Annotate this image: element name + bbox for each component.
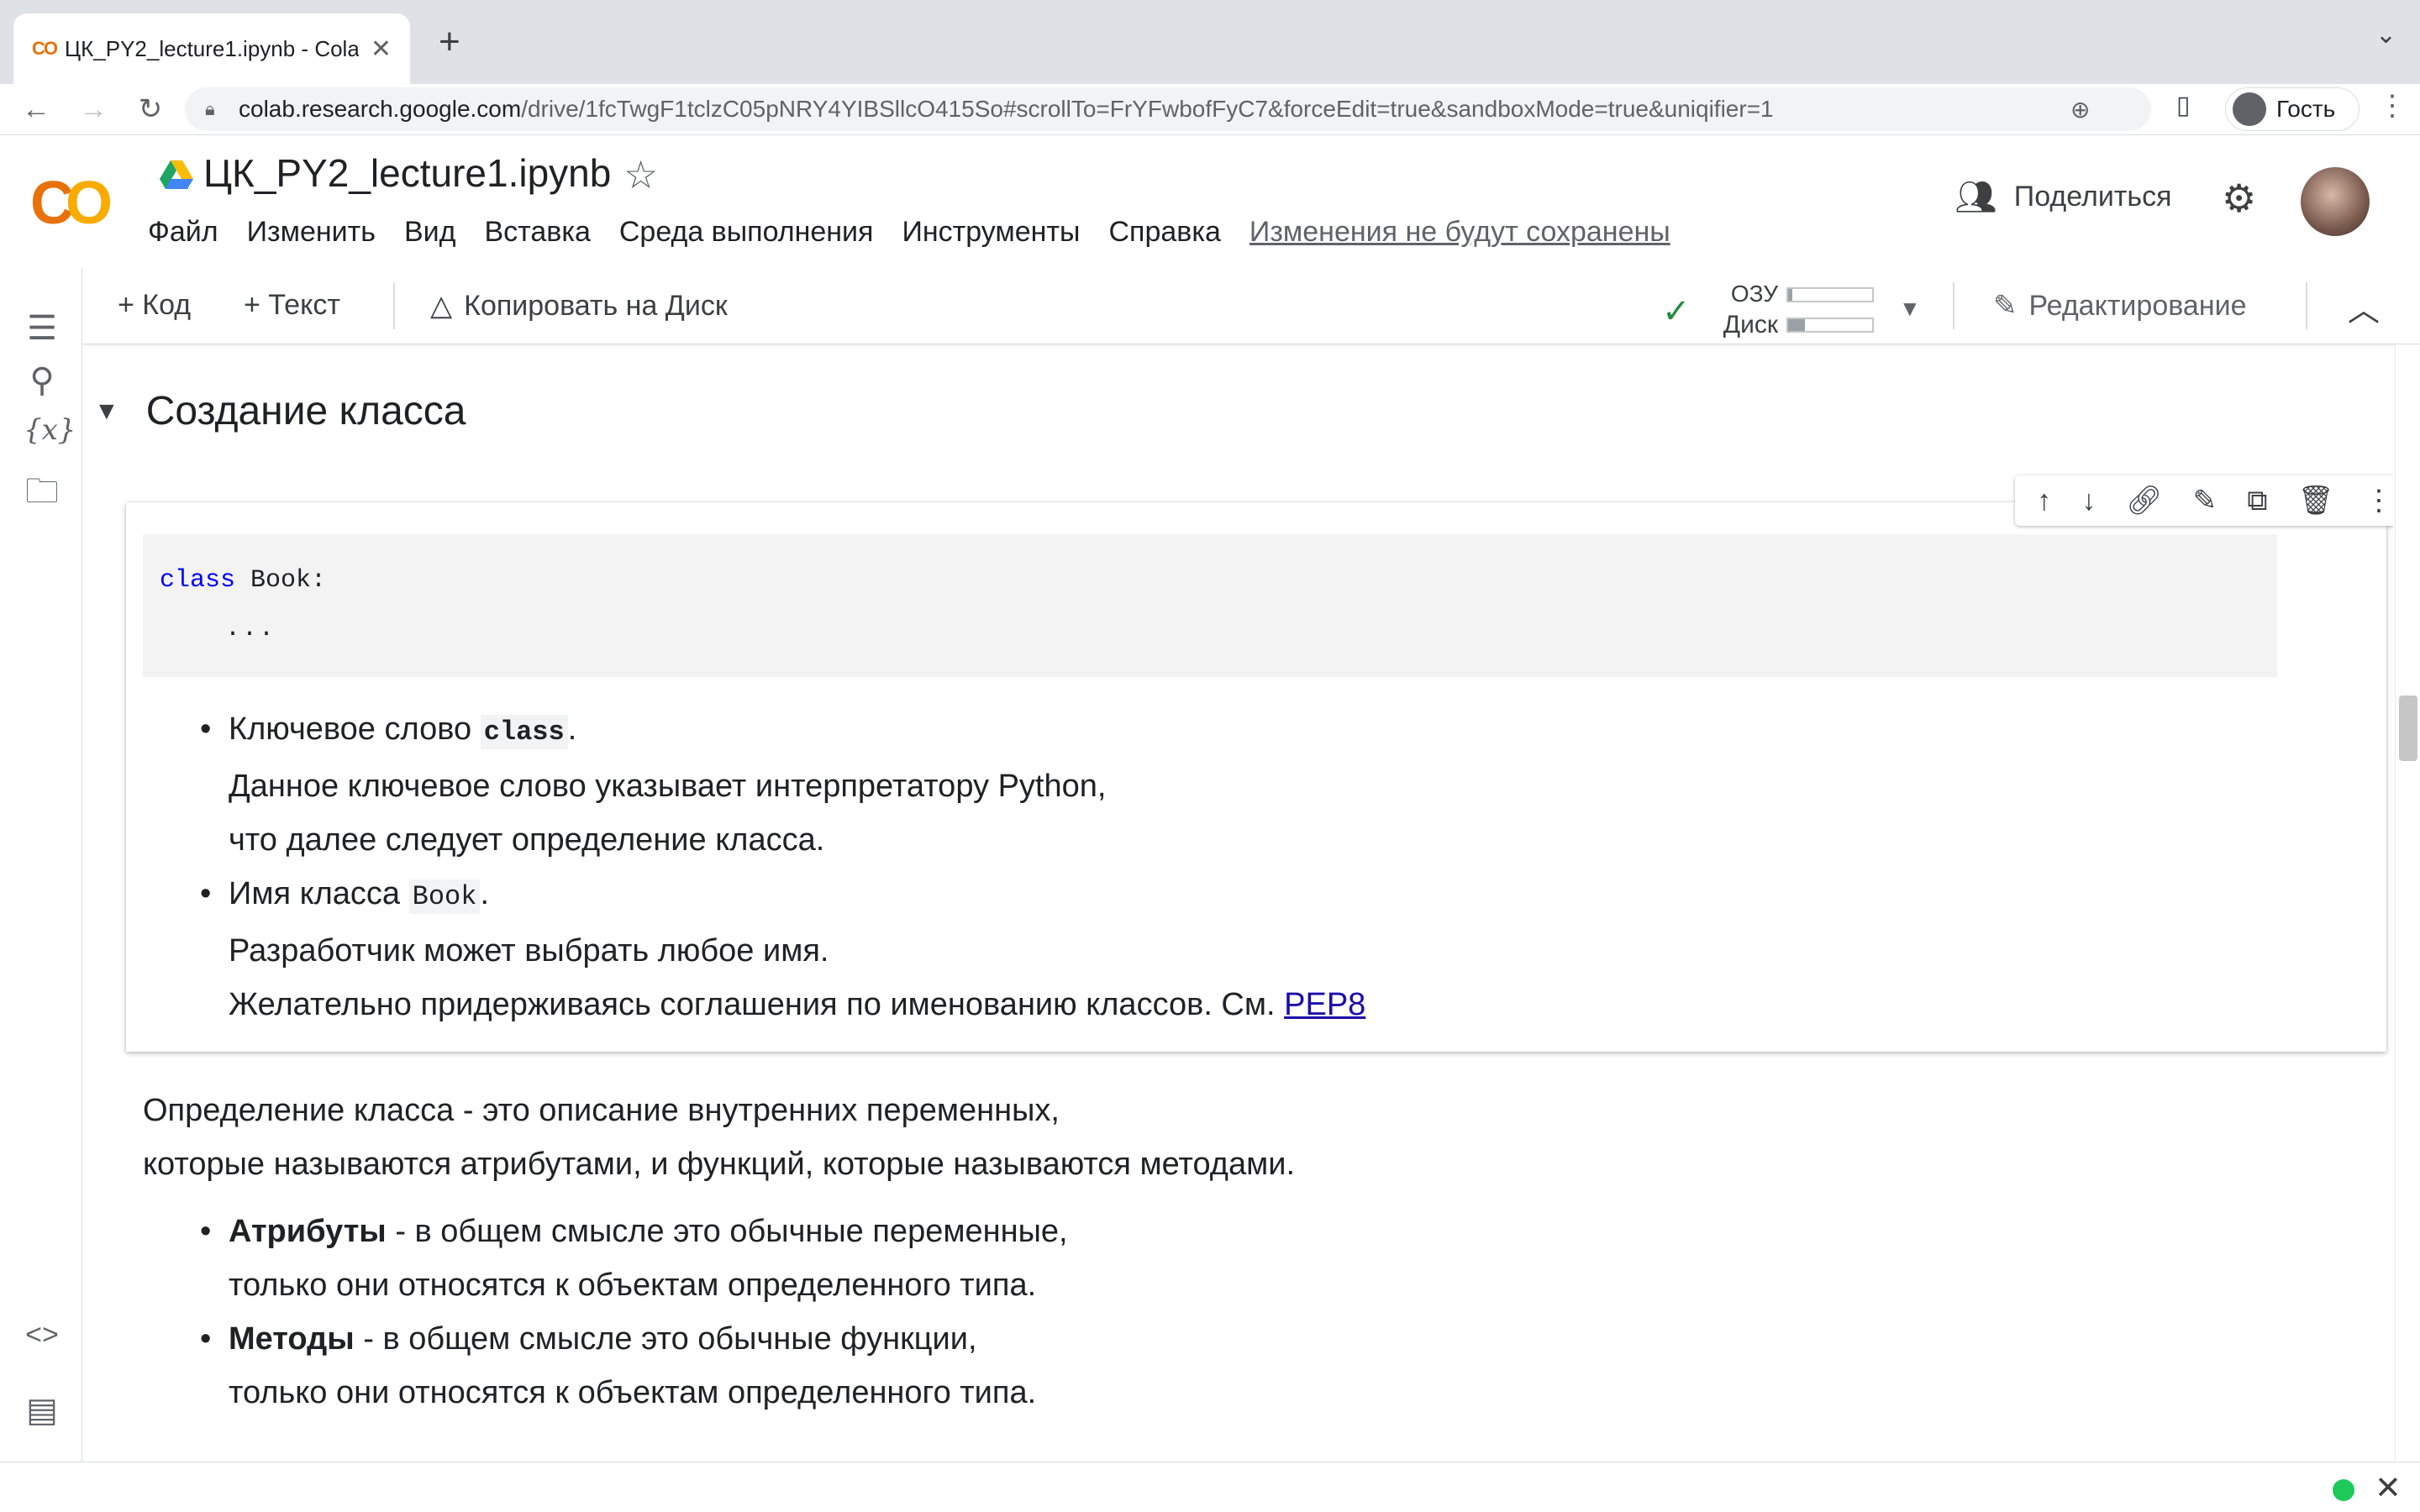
terminal-icon[interactable]: ▤ — [24, 1391, 60, 1430]
guest-avatar-icon — [2233, 92, 2266, 126]
tab-close-icon[interactable]: ✕ — [371, 34, 392, 64]
list-item: Ключевое слово class. Данное ключевое сл… — [200, 702, 1365, 867]
notebook-content: ▼ Создание класса ↑ ↓ 🔗︎ ✎ ⧉ 🗑︎ ⋮ class … — [82, 344, 2393, 1462]
tab-title: ЦК_PY2_lecture1.ipynb - Colab — [64, 35, 359, 61]
link-icon[interactable]: 🔗︎ — [2126, 484, 2162, 517]
colab-favicon-icon: CO — [32, 38, 58, 59]
back-arrow-icon[interactable]: ← — [15, 93, 57, 126]
colab-logo[interactable]: CO — [30, 169, 113, 238]
pencil-icon: ✎ — [1993, 290, 2018, 322]
move-down-icon[interactable]: ↓ — [2081, 485, 2096, 517]
menu-file[interactable]: Файл — [148, 216, 218, 249]
ram-label: ОЗУ — [1730, 281, 1778, 307]
share-label: Поделиться — [2013, 181, 2172, 213]
add-text-button[interactable]: + Текст — [244, 289, 340, 322]
paragraph-line: Определение класса - это описание внутре… — [143, 1093, 1060, 1128]
add-code-button[interactable]: + Код — [118, 289, 191, 322]
profile-label: Гость — [2276, 96, 2336, 122]
menu-view[interactable]: Вид — [404, 216, 456, 249]
menu-insert[interactable]: Вставка — [484, 216, 590, 249]
connection-status-dot[interactable] — [2333, 1479, 2354, 1501]
notebook-title[interactable]: ЦК_PY2_lecture1.ipynb — [203, 150, 611, 196]
address-bar[interactable]: 🔒︎ colab.research.google.com/drive/1fcTw… — [185, 87, 2151, 131]
browser-toolbar: ← → ↻ 🔒︎ colab.research.google.com/drive… — [0, 84, 2420, 134]
search-icon[interactable]: ⚲ — [24, 361, 60, 400]
unsaved-changes-link[interactable]: Изменения не будут сохранены — [1249, 216, 1670, 249]
status-bar: ✕ — [0, 1462, 2420, 1512]
menu-edit[interactable]: Изменить — [247, 216, 376, 249]
lock-icon[interactable]: 🔒︎ — [205, 98, 239, 120]
dropdown-arrow-icon[interactable]: ▼ — [1899, 296, 1921, 322]
browser-tab[interactable]: CO ЦК_PY2_lecture1.ipynb - Colab ✕ — [13, 13, 410, 84]
list-item: Атрибуты - в общем смысле это обычные пе… — [200, 1205, 1295, 1312]
section-title: Создание класса — [145, 389, 466, 433]
collapse-section-icon[interactable]: ▼ — [94, 397, 119, 426]
disk-label: Диск — [1723, 311, 1778, 339]
zoom-icon[interactable]: ⊕ — [2070, 96, 2090, 123]
copy-to-drive-button[interactable]: △ Копировать на Диск — [430, 289, 728, 323]
text-cell-2[interactable]: Определение класса - это описание внутре… — [143, 1084, 1295, 1420]
share-button[interactable]: 👥︎ Поделиться — [1954, 177, 2172, 217]
drive-outline-icon: △ — [430, 290, 453, 322]
move-up-icon[interactable]: ↑ — [2037, 485, 2051, 517]
connected-check-icon: ✓ — [1662, 293, 1691, 330]
avatar[interactable] — [2301, 167, 2370, 236]
notebook-toolbar: + Код + Текст △ Копировать на Диск ✓ ОЗУ … — [82, 269, 2420, 344]
more-options-icon[interactable]: ⋮ — [2365, 484, 2393, 517]
cell-toolbar: ↑ ↓ 🔗︎ ✎ ⧉ 🗑︎ ⋮ — [2015, 475, 2393, 526]
ram-usage-bar — [1786, 287, 1874, 302]
reload-icon[interactable]: ↻ — [129, 92, 171, 126]
browser-tabstrip: CO ЦК_PY2_lecture1.ipynb - Colab ✕ + ⌄ — [0, 0, 2420, 84]
menu-runtime[interactable]: Среда выполнения — [619, 216, 874, 249]
code-snippets-icon[interactable]: <> — [24, 1319, 60, 1352]
people-icon: 👥︎ — [1954, 179, 1997, 216]
collapse-header-icon[interactable]: ︿ — [2348, 284, 2380, 330]
menu-tools[interactable]: Инструменты — [902, 216, 1080, 249]
editing-mode-button[interactable]: ✎ Редактирование — [1993, 289, 2247, 323]
list-item: Методы - в общем смысле это обычные функ… — [200, 1312, 1295, 1420]
star-icon[interactable]: ☆ — [623, 152, 658, 197]
scrollbar-thumb[interactable] — [2399, 696, 2417, 761]
close-status-icon[interactable]: ✕ — [2375, 1469, 2402, 1507]
left-sidebar: ☰ ⚲ {x} 🗀︎ <> ▤ — [0, 269, 82, 1462]
files-folder-icon[interactable]: 🗀︎ — [24, 467, 60, 524]
toolbar-divider — [1953, 282, 1954, 329]
forward-arrow-icon[interactable]: → — [72, 93, 114, 126]
toolbar-divider — [2306, 282, 2307, 329]
side-panel-icon[interactable]: ▯ — [2176, 91, 2191, 120]
vertical-scrollbar[interactable] — [2395, 344, 2420, 1462]
disk-usage-bar — [1786, 318, 1874, 333]
code-block: class Book: ... — [143, 534, 2277, 677]
paragraph-line: которые называются атрибутами, и функций… — [143, 1147, 1296, 1182]
profile-button[interactable]: Гость — [2225, 87, 2360, 131]
google-drive-icon[interactable] — [160, 160, 193, 191]
pep8-link[interactable]: PEP8 — [1284, 987, 1365, 1022]
table-of-contents-icon[interactable]: ☰ — [24, 309, 60, 348]
toolbar-divider — [393, 282, 395, 329]
menu-help[interactable]: Справка — [1108, 216, 1220, 249]
text-cell[interactable]: ↑ ↓ 🔗︎ ✎ ⧉ 🗑︎ ⋮ class Book: ... Ключевое… — [126, 475, 2393, 1052]
browser-menu-icon[interactable]: ⋮ — [2378, 89, 2407, 123]
new-tab-icon[interactable]: + — [439, 18, 460, 66]
trash-icon[interactable]: 🗑︎ — [2298, 484, 2334, 517]
section-header[interactable]: ▼ Создание класса — [94, 388, 466, 434]
variables-icon[interactable]: {x} — [24, 413, 76, 447]
edit-pencil-icon[interactable]: ✎ — [2193, 484, 2217, 517]
menu-bar: Файл Изменить Вид Вставка Среда выполнен… — [148, 216, 1670, 249]
code-line-2: ... — [225, 615, 276, 643]
tab-search-chevron-icon[interactable]: ⌄ — [2375, 20, 2396, 50]
list-item: Имя класса Book. Разработчик может выбра… — [200, 867, 1365, 1032]
url-text: colab.research.google.com/drive/1fcTwgF1… — [239, 96, 1774, 122]
code-line-1: class Book: — [160, 566, 327, 595]
colab-header: CO ЦК_PY2_lecture1.ipynb ☆ Файл Изменить… — [0, 134, 2420, 269]
mirror-cell-icon[interactable]: ⧉ — [2247, 485, 2267, 517]
gear-icon[interactable]: ⚙ — [2222, 176, 2256, 221]
markdown-content: Ключевое слово class. Данное ключевое сл… — [200, 702, 1365, 1032]
